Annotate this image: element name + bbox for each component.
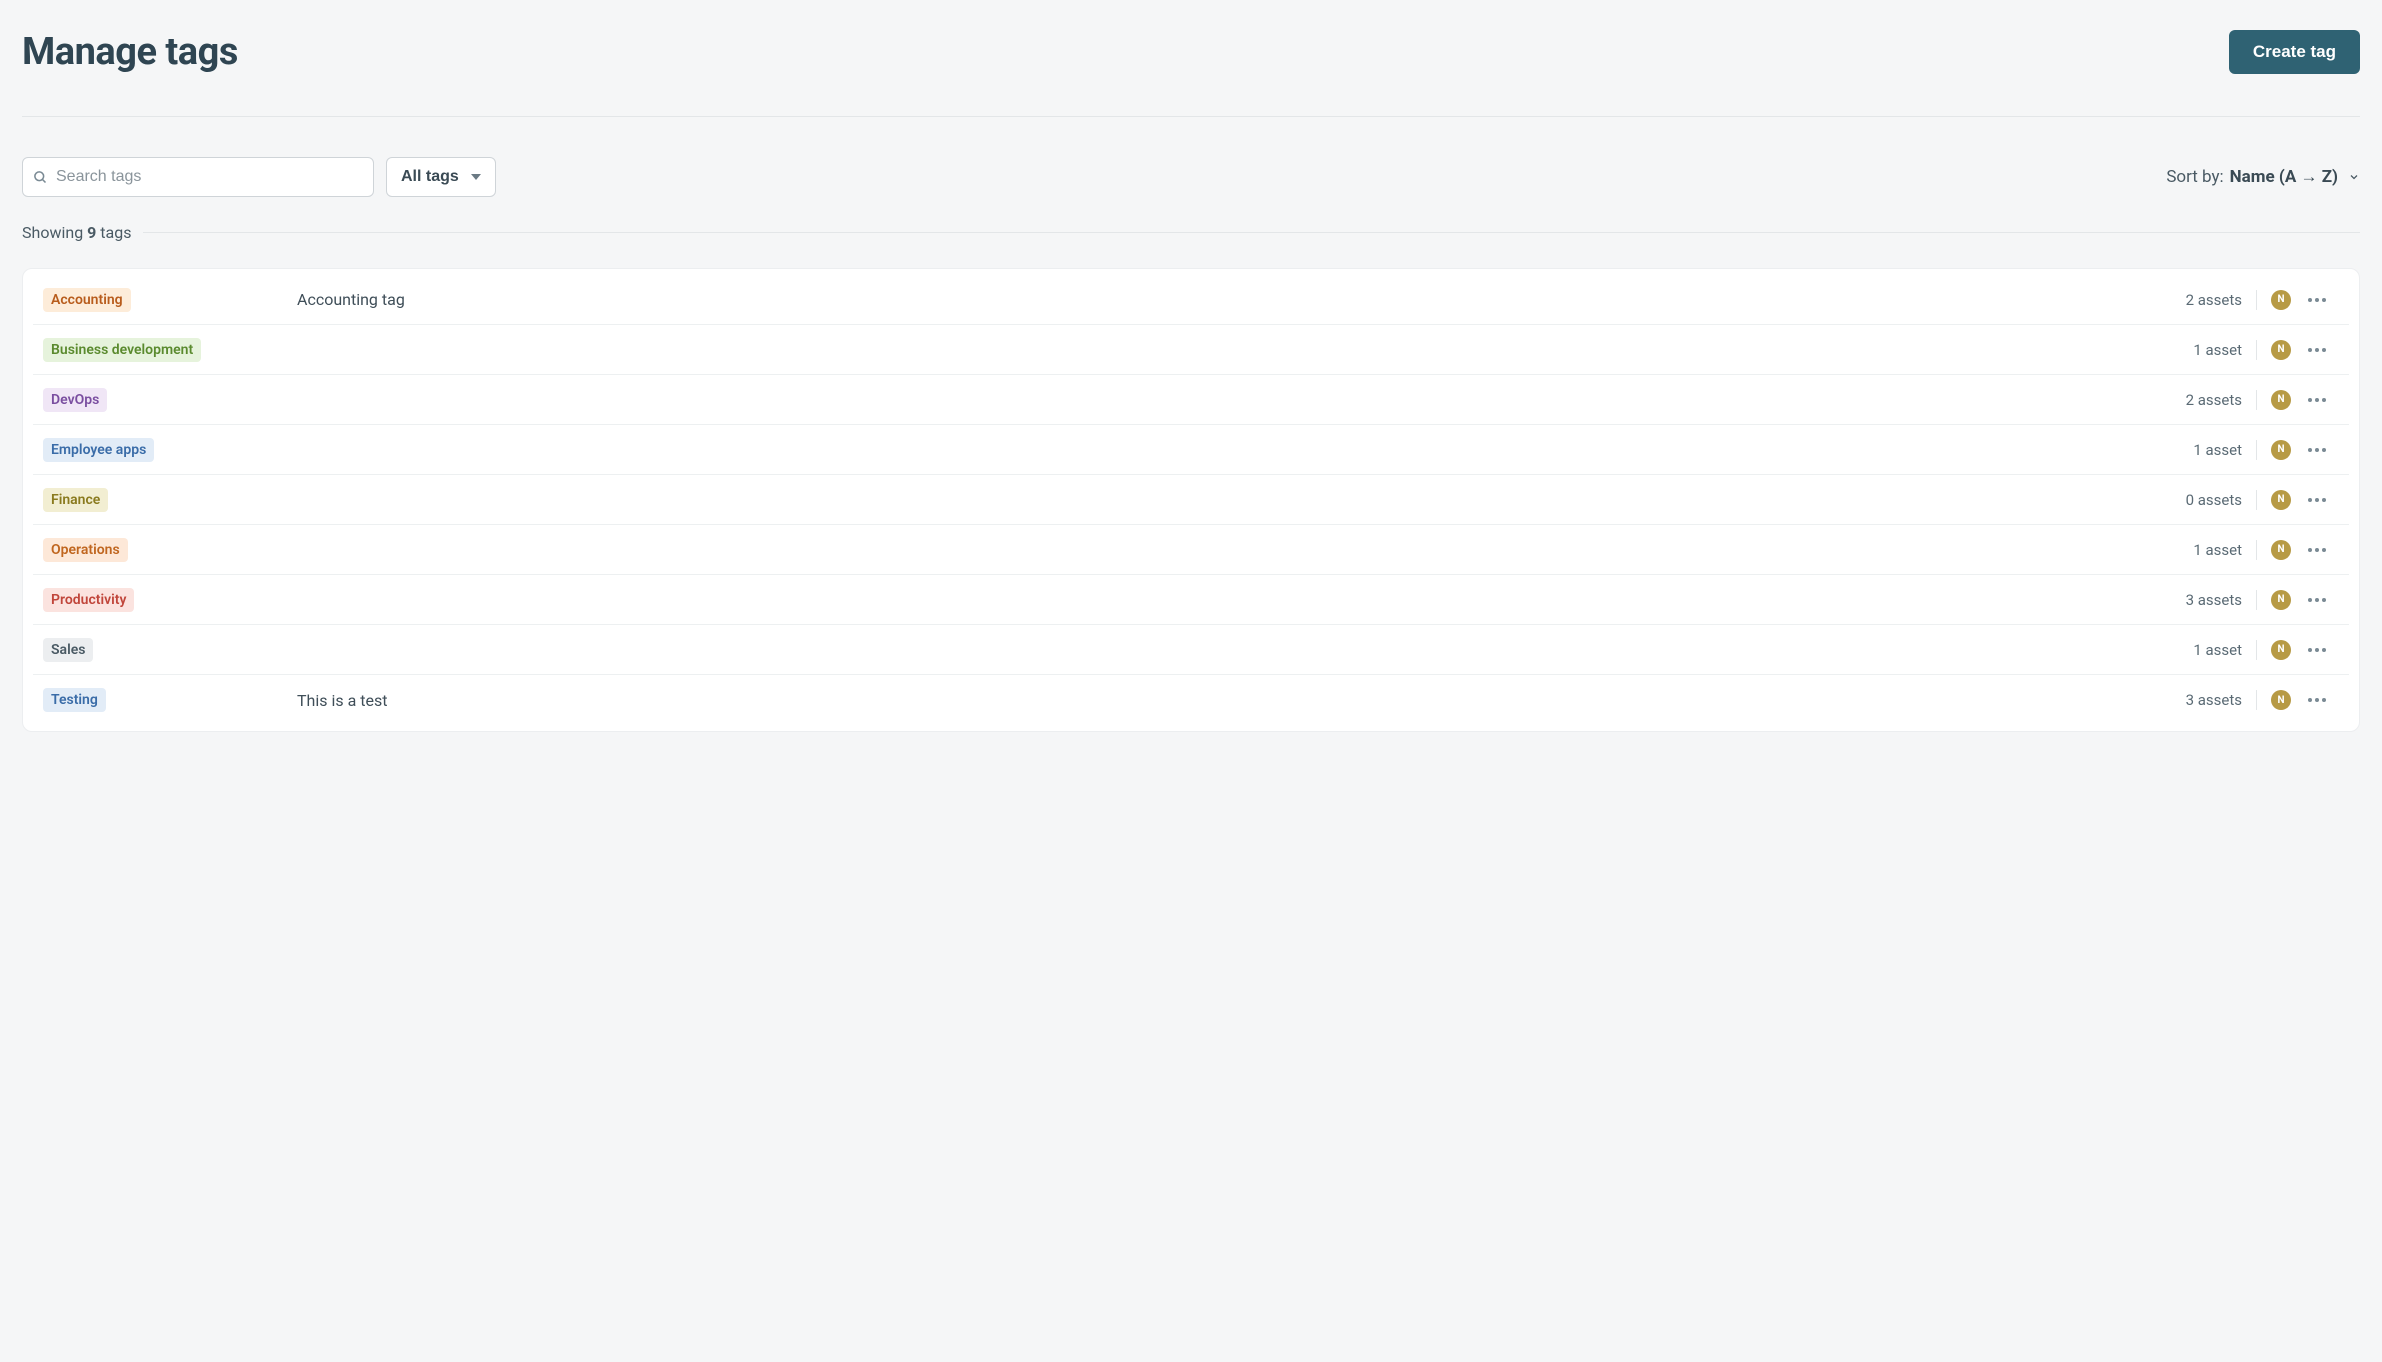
tag-pill[interactable]: Operations bbox=[43, 538, 128, 562]
assets-count: 1 asset bbox=[2193, 540, 2257, 560]
table-row[interactable]: Sales 1 asset N bbox=[33, 625, 2349, 675]
chevron-down-icon bbox=[2348, 171, 2360, 183]
more-horizontal-icon bbox=[2308, 298, 2326, 302]
assets-count: 3 assets bbox=[2186, 690, 2257, 710]
owner-avatar[interactable]: N bbox=[2271, 690, 2291, 710]
table-row[interactable]: Testing This is a test3 assets N bbox=[33, 675, 2349, 725]
owner-avatar[interactable]: N bbox=[2271, 640, 2291, 660]
tag-description: This is a test bbox=[297, 691, 2186, 710]
more-actions-button[interactable] bbox=[2305, 638, 2329, 662]
more-actions-button[interactable] bbox=[2305, 688, 2329, 712]
tag-pill[interactable]: Accounting bbox=[43, 288, 131, 312]
table-row[interactable]: Productivity 3 assets N bbox=[33, 575, 2349, 625]
assets-count: 2 assets bbox=[2186, 290, 2257, 310]
results-count: Showing 9 tags bbox=[22, 223, 131, 242]
tag-description: Accounting tag bbox=[297, 290, 2186, 309]
assets-count: 1 asset bbox=[2193, 440, 2257, 460]
more-actions-button[interactable] bbox=[2305, 488, 2329, 512]
table-row[interactable]: Finance 0 assets N bbox=[33, 475, 2349, 525]
owner-avatar[interactable]: N bbox=[2271, 590, 2291, 610]
tag-pill[interactable]: Testing bbox=[43, 688, 106, 712]
create-tag-button[interactable]: Create tag bbox=[2229, 30, 2360, 74]
table-row[interactable]: Operations 1 asset N bbox=[33, 525, 2349, 575]
more-actions-button[interactable] bbox=[2305, 388, 2329, 412]
more-actions-button[interactable] bbox=[2305, 538, 2329, 562]
sort-value: Name (A → Z) bbox=[2230, 167, 2338, 187]
more-actions-button[interactable] bbox=[2305, 588, 2329, 612]
more-horizontal-icon bbox=[2308, 648, 2326, 652]
tag-pill[interactable]: Business development bbox=[43, 338, 201, 362]
more-horizontal-icon bbox=[2308, 348, 2326, 352]
table-row[interactable]: Accounting Accounting tag2 assets N bbox=[33, 275, 2349, 325]
tag-pill[interactable]: Sales bbox=[43, 638, 93, 662]
more-horizontal-icon bbox=[2308, 448, 2326, 452]
filter-label: All tags bbox=[401, 168, 459, 186]
more-horizontal-icon bbox=[2308, 398, 2326, 402]
more-actions-button[interactable] bbox=[2305, 338, 2329, 362]
owner-avatar[interactable]: N bbox=[2271, 390, 2291, 410]
more-actions-button[interactable] bbox=[2305, 438, 2329, 462]
divider bbox=[143, 232, 2360, 233]
assets-count: 2 assets bbox=[2186, 390, 2257, 410]
search-input-wrapper[interactable] bbox=[22, 157, 374, 197]
search-icon bbox=[33, 170, 48, 185]
owner-avatar[interactable]: N bbox=[2271, 340, 2291, 360]
more-horizontal-icon bbox=[2308, 598, 2326, 602]
assets-count: 0 assets bbox=[2186, 490, 2257, 510]
more-actions-button[interactable] bbox=[2305, 288, 2329, 312]
assets-count: 3 assets bbox=[2186, 590, 2257, 610]
owner-avatar[interactable]: N bbox=[2271, 490, 2291, 510]
table-row[interactable]: Business development 1 asset N bbox=[33, 325, 2349, 375]
more-horizontal-icon bbox=[2308, 698, 2326, 702]
page-title: Manage tags bbox=[22, 30, 238, 74]
tag-pill[interactable]: Employee apps bbox=[43, 438, 154, 462]
search-input[interactable] bbox=[56, 168, 363, 186]
table-row[interactable]: DevOps 2 assets N bbox=[33, 375, 2349, 425]
caret-down-icon bbox=[471, 174, 481, 180]
owner-avatar[interactable]: N bbox=[2271, 290, 2291, 310]
tag-pill[interactable]: Finance bbox=[43, 488, 108, 512]
sort-prefix: Sort by: bbox=[2166, 167, 2223, 187]
owner-avatar[interactable]: N bbox=[2271, 440, 2291, 460]
tag-pill[interactable]: Productivity bbox=[43, 588, 134, 612]
filter-dropdown[interactable]: All tags bbox=[386, 157, 496, 197]
sort-dropdown[interactable]: Sort by: Name (A → Z) bbox=[2166, 167, 2360, 187]
tag-pill[interactable]: DevOps bbox=[43, 388, 107, 412]
more-horizontal-icon bbox=[2308, 548, 2326, 552]
assets-count: 1 asset bbox=[2193, 640, 2257, 660]
table-row[interactable]: Employee apps 1 asset N bbox=[33, 425, 2349, 475]
more-horizontal-icon bbox=[2308, 498, 2326, 502]
assets-count: 1 asset bbox=[2193, 340, 2257, 360]
owner-avatar[interactable]: N bbox=[2271, 540, 2291, 560]
tags-table: AccountingAccounting tag2 assetsNBusines… bbox=[22, 268, 2360, 732]
